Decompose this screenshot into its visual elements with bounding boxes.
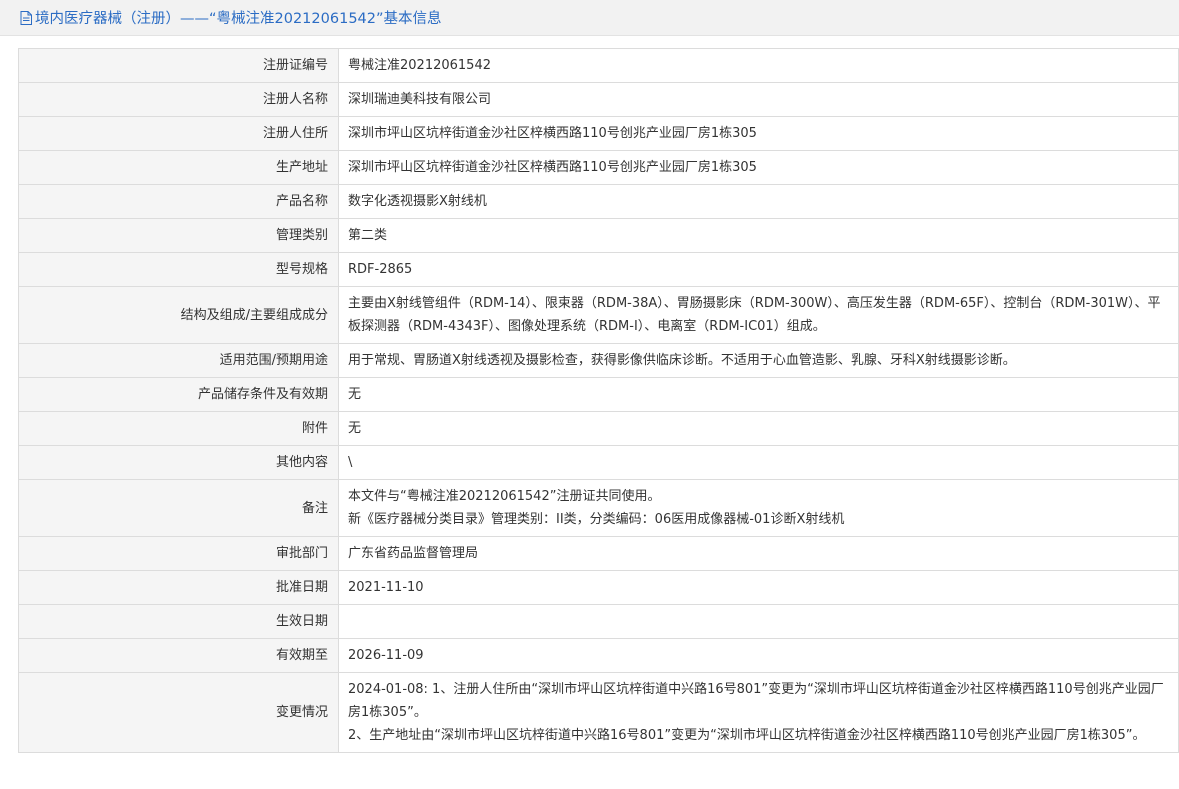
table-row: 注册证编号 粤械注准20212061542 <box>18 48 1179 83</box>
change-line: 2、生产地址由“深圳市坪山区坑梓街道中兴路16号801”变更为“深圳市坪山区坑梓… <box>348 728 1146 743</box>
row-value: \ <box>338 445 1179 480</box>
row-label: 附件 <box>18 411 339 446</box>
row-value: RDF-2865 <box>338 252 1179 287</box>
row-value: 2026-11-09 <box>338 638 1179 673</box>
page-title: 境内医疗器械（注册）——“粤械注准20212061542”基本信息 <box>35 11 442 27</box>
row-label: 型号规格 <box>18 252 339 287</box>
row-label: 产品名称 <box>18 184 339 219</box>
row-value: 无 <box>338 377 1179 412</box>
table-row: 附件无 <box>18 411 1179 446</box>
row-value: 主要由X射线管组件（RDM-14）、限束器（RDM-38A）、胃肠摄影床（RDM… <box>338 286 1179 344</box>
row-label: 备注 <box>18 479 339 537</box>
row-value: 用于常规、胃肠道X射线透视及摄影检查，获得影像供临床诊断。不适用于心血管造影、乳… <box>338 343 1179 378</box>
table-row: 审批部门 广东省药品监督管理局 <box>18 536 1179 571</box>
remark-line: 本文件与“粤械注准20212061542”注册证共同使用。 <box>348 489 661 504</box>
row-label: 注册人住所 <box>18 116 339 151</box>
row-value: 无 <box>338 411 1179 446</box>
row-value: 深圳市坪山区坑梓街道金沙社区梓横西路110号创兆产业园厂房1栋305 <box>338 116 1179 151</box>
row-value: 2024-01-08: 1、注册人住所由“深圳市坪山区坑梓街道中兴路16号801… <box>338 672 1179 753</box>
table-row: 注册人名称 深圳瑞迪美科技有限公司 <box>18 82 1179 117</box>
row-value: 深圳瑞迪美科技有限公司 <box>338 82 1179 117</box>
row-value: 深圳市坪山区坑梓街道金沙社区梓横西路110号创兆产业园厂房1栋305 <box>338 150 1179 185</box>
table-row: 适用范围/预期用途 用于常规、胃肠道X射线透视及摄影检查，获得影像供临床诊断。不适… <box>18 343 1179 378</box>
table-row: 结构及组成/主要组成成分 主要由X射线管组件（RDM-14）、限束器（RDM-38… <box>18 286 1179 344</box>
table-row: 产品储存条件及有效期无 <box>18 377 1179 412</box>
row-label: 批准日期 <box>18 570 339 605</box>
row-value: 第二类 <box>338 218 1179 253</box>
table-row: 其他内容 \ <box>18 445 1179 480</box>
document-icon <box>20 10 32 25</box>
row-label: 有效期至 <box>18 638 339 673</box>
page-header: 境内医疗器械（注册）——“粤械注准20212061542”基本信息 <box>0 0 1179 36</box>
row-value: 数字化透视摄影X射线机 <box>338 184 1179 219</box>
row-label: 生产地址 <box>18 150 339 185</box>
table-row: 有效期至 2026-11-09 <box>18 638 1179 673</box>
row-value <box>338 604 1179 639</box>
table-row: 批准日期 2021-11-10 <box>18 570 1179 605</box>
row-value: 广东省药品监督管理局 <box>338 536 1179 571</box>
info-table: 注册证编号 粤械注准20212061542 注册人名称 深圳瑞迪美科技有限公司 注册… <box>18 48 1179 753</box>
row-label: 结构及组成/主要组成成分 <box>18 286 339 344</box>
row-label: 生效日期 <box>18 604 339 639</box>
row-label: 注册证编号 <box>18 48 339 83</box>
row-label: 产品储存条件及有效期 <box>18 377 339 412</box>
info-table-container: 注册证编号 粤械注准20212061542 注册人名称 深圳瑞迪美科技有限公司 注册… <box>18 48 1179 753</box>
table-row: 生效日期 <box>18 604 1179 639</box>
change-line: 2024-01-08: 1、注册人住所由“深圳市坪山区坑梓街道中兴路16号801… <box>348 682 1164 720</box>
row-value: 2021-11-10 <box>338 570 1179 605</box>
remark-line: 新《医疗器械分类目录》管理类别：II类，分类编码：06医用成像器械-01诊断X射… <box>348 512 845 527</box>
row-value: 本文件与“粤械注准20212061542”注册证共同使用。新《医疗器械分类目录》… <box>338 479 1179 537</box>
table-row: 变更情况 2024-01-08: 1、注册人住所由“深圳市坪山区坑梓街道中兴路16… <box>18 672 1179 753</box>
table-row: 管理类别 第二类 <box>18 218 1179 253</box>
row-label: 注册人名称 <box>18 82 339 117</box>
table-row: 注册人住所 深圳市坪山区坑梓街道金沙社区梓横西路110号创兆产业园厂房1栋305 <box>18 116 1179 151</box>
table-row: 产品名称 数字化透视摄影X射线机 <box>18 184 1179 219</box>
table-row: 备注 本文件与“粤械注准20212061542”注册证共同使用。新《医疗器械分类目… <box>18 479 1179 537</box>
row-label: 审批部门 <box>18 536 339 571</box>
row-value: 粤械注准20212061542 <box>338 48 1179 83</box>
table-row: 生产地址 深圳市坪山区坑梓街道金沙社区梓横西路110号创兆产业园厂房1栋305 <box>18 150 1179 185</box>
row-label: 适用范围/预期用途 <box>18 343 339 378</box>
row-label: 管理类别 <box>18 218 339 253</box>
table-row: 型号规格 RDF-2865 <box>18 252 1179 287</box>
row-label: 其他内容 <box>18 445 339 480</box>
row-label: 变更情况 <box>18 672 339 753</box>
